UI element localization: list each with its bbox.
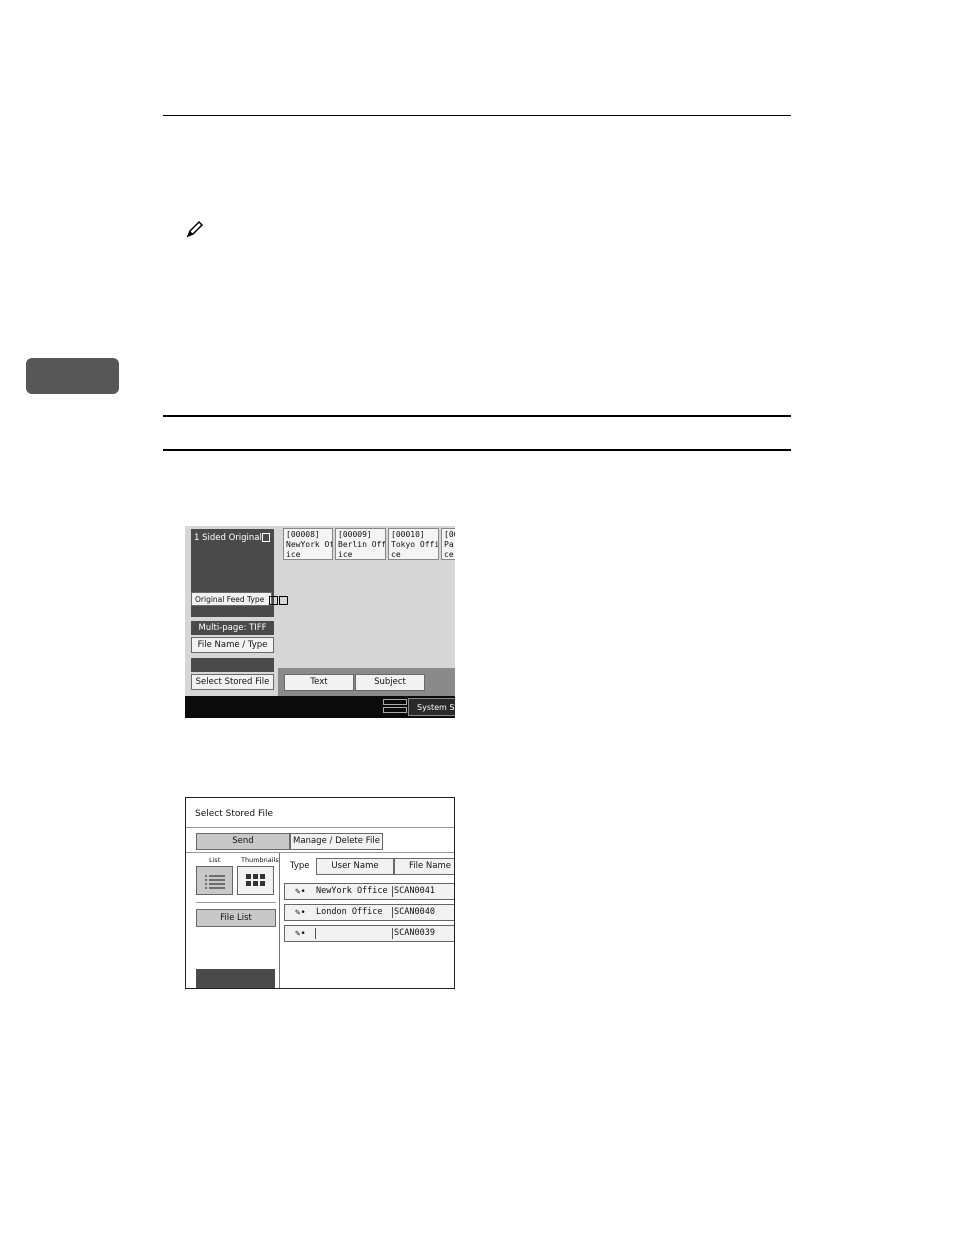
- file-list-button[interactable]: File List: [196, 909, 276, 927]
- scan-file-icon: ✎•: [295, 929, 306, 939]
- tab-send[interactable]: Send: [196, 833, 290, 850]
- note-pencil-icon: [186, 220, 204, 238]
- left-pane-divider: [196, 902, 276, 903]
- section-rule-top: [163, 415, 791, 417]
- system-status-button[interactable]: System Stat: [408, 698, 455, 716]
- original-label: 1 Sided Original: [194, 533, 262, 543]
- stored-file-panel: [191, 658, 274, 672]
- select-stored-file-button[interactable]: Select Stored File: [191, 674, 274, 690]
- subject-button[interactable]: Subject: [355, 674, 425, 691]
- left-pane-dark-block: [196, 969, 275, 988]
- scan-file-icon: ✎•: [295, 887, 306, 897]
- feed-type-icons: [268, 595, 278, 605]
- header-rule: [163, 115, 791, 116]
- text-button[interactable]: Text: [284, 674, 354, 691]
- chapter-side-tab: [26, 358, 119, 394]
- file-row[interactable]: ✎• NewYork Office SCAN0041: [284, 883, 454, 900]
- scan-file-icon: ✎•: [295, 908, 306, 918]
- column-file-name-button[interactable]: File Name: [394, 858, 454, 875]
- tabs-divider: [186, 852, 454, 853]
- tab-manage-delete-file[interactable]: Manage / Delete File: [290, 833, 383, 850]
- section-rule-bottom: [163, 449, 791, 451]
- original-feed-type-button[interactable]: Original Feed Type: [191, 592, 288, 606]
- column-type: Type: [290, 861, 310, 871]
- title-divider: [186, 827, 454, 828]
- memory-indicator-icon: [383, 699, 407, 705]
- file-name-type-button[interactable]: File Name / Type: [191, 637, 274, 653]
- destination-key-tokyo[interactable]: [00010] Tokyo Offi ce: [388, 528, 439, 560]
- status-bar: System Stat: [185, 696, 455, 718]
- column-user-name-button[interactable]: User Name: [316, 858, 394, 875]
- feed-type-label: Original Feed Type: [195, 595, 265, 604]
- file-row[interactable]: ✎• SCAN0039: [284, 925, 454, 942]
- list-label: List: [209, 856, 221, 864]
- destination-key-paris[interactable]: [000 Par ce: [441, 528, 455, 560]
- memory-indicator-icon-2: [383, 707, 407, 713]
- page-orientation-icon: [262, 533, 270, 542]
- destination-key-berlin[interactable]: [00009] Berlin Off ice: [335, 528, 386, 560]
- thumbnails-label: Thumbnails: [241, 856, 279, 864]
- screen-title: Select Stored File: [195, 809, 274, 819]
- list-view-button[interactable]: [196, 866, 233, 895]
- destination-key-newyork[interactable]: [00008] NewYork Of ice: [283, 528, 333, 560]
- file-format-label: Multi-page: TIFF: [191, 621, 274, 635]
- thumbnails-view-button[interactable]: [237, 866, 274, 895]
- thumbnails-icon: [246, 874, 265, 886]
- file-row[interactable]: ✎• London Office SCAN0040: [284, 904, 454, 921]
- list-icon: [205, 875, 225, 889]
- select-stored-file-screen: Select Stored File Send Manage / Delete …: [185, 797, 455, 989]
- pane-vertical-divider: [279, 853, 280, 988]
- scanner-main-screen: 1 Sided Original Original Feed Type Mult…: [185, 526, 455, 718]
